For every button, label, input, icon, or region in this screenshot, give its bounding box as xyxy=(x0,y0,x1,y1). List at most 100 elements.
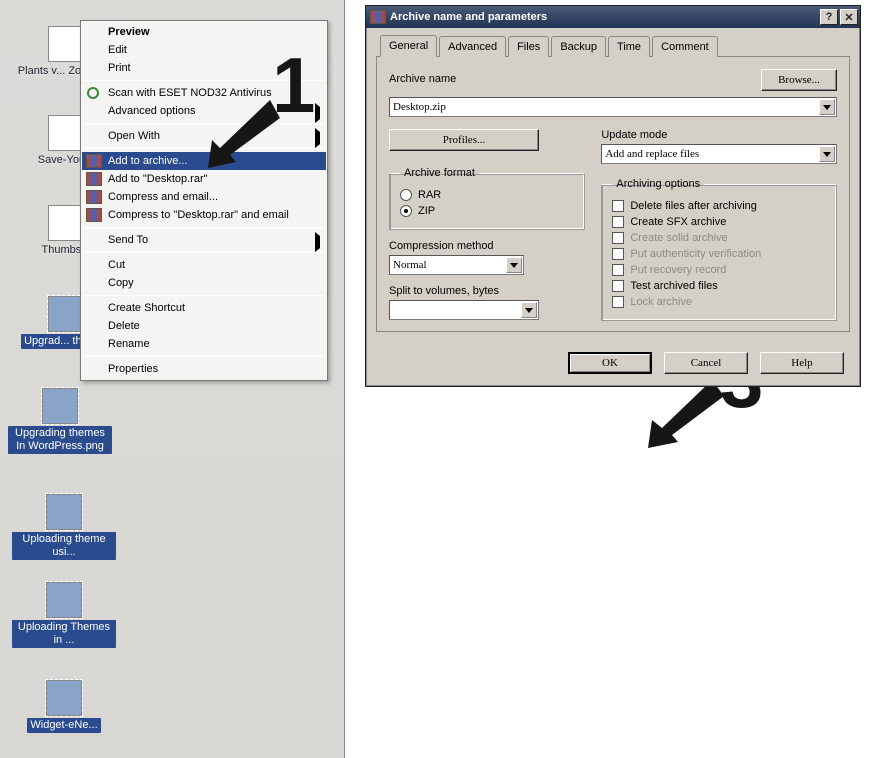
chk-delete-after[interactable] xyxy=(612,200,624,212)
chevron-right-icon xyxy=(315,236,320,248)
chk-solid xyxy=(612,232,624,244)
chk-test[interactable] xyxy=(612,280,624,292)
menu-send-to-label: Send To xyxy=(108,234,148,246)
chk-sfx[interactable] xyxy=(612,216,624,228)
chk-lock xyxy=(612,296,624,308)
chevron-right-icon xyxy=(315,107,320,119)
update-mode-label: Update mode xyxy=(601,129,837,141)
desktop-icon-label: Uploading theme usi... xyxy=(12,532,116,560)
tab-content: Archive name Browse... Desktop.zip Profi… xyxy=(376,57,850,332)
desktop-icon[interactable]: Uploading Themes in ... xyxy=(10,582,118,648)
dialog-title: Archive name and parameters xyxy=(390,11,547,23)
menu-send-to[interactable]: Send To xyxy=(82,231,326,249)
desktop-icon[interactable]: Widget-eNe... xyxy=(10,680,118,733)
separator xyxy=(83,252,325,253)
cancel-button[interactable]: Cancel xyxy=(664,352,748,374)
file-icon xyxy=(46,494,82,530)
desktop-icon[interactable]: Uploading theme usi... xyxy=(10,494,118,560)
arrow-icon xyxy=(640,380,724,450)
chevron-right-icon xyxy=(315,132,320,144)
help-button[interactable]: Help xyxy=(760,352,844,374)
winrar-icon xyxy=(86,190,102,204)
file-icon xyxy=(48,296,84,332)
menu-rename[interactable]: Rename xyxy=(82,335,326,353)
chevron-down-icon[interactable] xyxy=(819,99,835,115)
file-icon xyxy=(48,205,84,241)
desktop-icon-label: Upgrading themes In WordPress.png xyxy=(8,426,112,454)
dialog-button-row: OK Cancel Help xyxy=(366,342,860,386)
archive-name-value: Desktop.zip xyxy=(393,101,446,113)
archive-name-label: Archive name xyxy=(389,73,456,85)
archive-name-combo[interactable]: Desktop.zip xyxy=(389,97,837,117)
arrow-icon xyxy=(200,100,280,170)
menu-copy[interactable]: Copy xyxy=(82,274,326,292)
ok-button[interactable]: OK xyxy=(568,352,652,374)
radio-zip[interactable] xyxy=(400,205,412,217)
radio-rar[interactable] xyxy=(400,189,412,201)
menu-add-to-archive-label: Add to archive... xyxy=(108,155,188,167)
close-button[interactable]: ✕ xyxy=(840,9,858,25)
archive-format-group: Archive format RAR ZIP xyxy=(389,167,585,230)
chk-sfx-label: Create SFX archive xyxy=(630,216,726,228)
tab-comment[interactable]: Comment xyxy=(652,36,718,57)
desktop-icon[interactable]: Upgrading themes In WordPress.png xyxy=(6,388,114,454)
file-icon xyxy=(48,26,84,62)
desktop-icon-label: Uploading Themes in ... xyxy=(12,620,116,648)
menu-add-to-desktop-rar-label: Add to "Desktop.rar" xyxy=(108,173,208,185)
menu-compress-email[interactable]: Compress and email... xyxy=(82,188,326,206)
winrar-icon xyxy=(86,154,102,168)
help-button[interactable]: ? xyxy=(820,9,838,25)
file-icon xyxy=(48,115,84,151)
menu-compress-desktop-email-label: Compress to "Desktop.rar" and email xyxy=(108,209,289,221)
winrar-icon xyxy=(86,208,102,222)
menu-add-to-desktop-rar[interactable]: Add to "Desktop.rar" xyxy=(82,170,326,188)
tab-advanced[interactable]: Advanced xyxy=(439,36,506,57)
chk-auth-label: Put authenticity verification xyxy=(630,248,761,260)
chevron-down-icon[interactable] xyxy=(521,302,537,318)
titlebar[interactable]: Archive name and parameters ? ✕ xyxy=(366,6,860,28)
archiving-options-group: Archiving options Delete files after arc… xyxy=(601,178,837,321)
menu-compress-email-label: Compress and email... xyxy=(108,191,218,203)
menu-scan-eset-label: Scan with ESET NOD32 Antivirus xyxy=(108,87,272,99)
chk-recovery xyxy=(612,264,624,276)
split-volumes-combo[interactable] xyxy=(389,300,539,320)
radio-rar-label: RAR xyxy=(418,189,441,201)
compression-method-label: Compression method xyxy=(389,240,585,252)
winrar-icon xyxy=(86,172,102,186)
menu-advanced-options-label: Advanced options xyxy=(108,105,195,117)
tab-time[interactable]: Time xyxy=(608,36,650,57)
archiving-options-label: Archiving options xyxy=(612,178,704,190)
chevron-down-icon[interactable] xyxy=(819,146,835,162)
eset-icon xyxy=(86,86,102,100)
tab-backup[interactable]: Backup xyxy=(551,36,606,57)
menu-cut[interactable]: Cut xyxy=(82,256,326,274)
chk-lock-label: Lock archive xyxy=(630,296,692,308)
separator xyxy=(83,295,325,296)
compression-method-combo[interactable]: Normal xyxy=(389,255,524,275)
tab-general[interactable]: General xyxy=(380,35,437,57)
menu-open-with-label: Open With xyxy=(108,130,160,142)
file-icon xyxy=(42,388,78,424)
tab-files[interactable]: Files xyxy=(508,36,549,57)
file-icon xyxy=(46,680,82,716)
update-mode-value: Add and replace files xyxy=(605,148,699,160)
separator xyxy=(83,227,325,228)
file-icon xyxy=(46,582,82,618)
menu-preview[interactable]: Preview xyxy=(82,23,326,41)
menu-compress-desktop-email[interactable]: Compress to "Desktop.rar" and email xyxy=(82,206,326,224)
winrar-icon xyxy=(370,10,386,24)
chk-solid-label: Create solid archive xyxy=(630,232,727,244)
chk-recovery-label: Put recovery record xyxy=(630,264,726,276)
archive-dialog: Archive name and parameters ? ✕ General … xyxy=(365,5,861,387)
tabstrip: General Advanced Files Backup Time Comme… xyxy=(376,34,850,57)
menu-delete[interactable]: Delete xyxy=(82,317,326,335)
chk-test-label: Test archived files xyxy=(630,280,717,292)
profiles-button[interactable]: Profiles... xyxy=(389,129,539,151)
menu-properties[interactable]: Properties xyxy=(82,360,326,378)
chevron-down-icon[interactable] xyxy=(506,257,522,273)
update-mode-combo[interactable]: Add and replace files xyxy=(601,144,837,164)
radio-zip-label: ZIP xyxy=(418,205,435,217)
menu-create-shortcut[interactable]: Create Shortcut xyxy=(82,299,326,317)
compression-method-value: Normal xyxy=(393,259,427,271)
browse-button[interactable]: Browse... xyxy=(761,69,837,91)
